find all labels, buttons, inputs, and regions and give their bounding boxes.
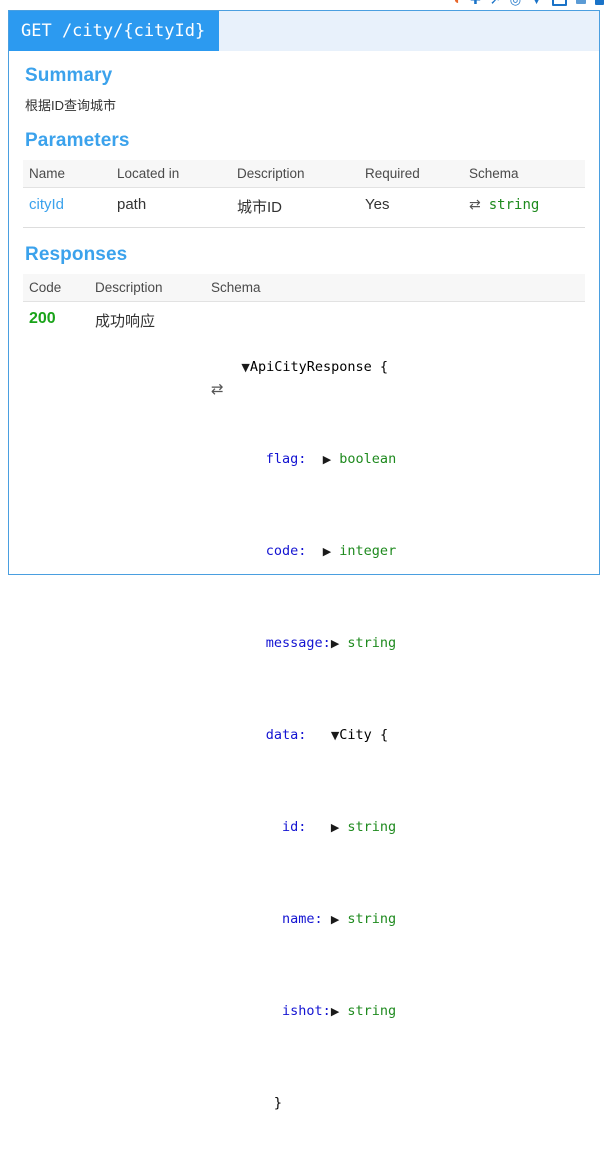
param-schema-cell: ⇄ string — [463, 188, 585, 228]
schema-nested-close-brace-row: } — [217, 1092, 581, 1115]
stop-icon[interactable] — [595, 0, 604, 5]
schema-nested-name: City — [339, 727, 372, 743]
schema-nested-close-brace: } — [274, 1095, 282, 1111]
caret-right-icon[interactable]: ▶ — [331, 1005, 339, 1018]
schema-field-ishot[interactable]: ishot:▶ string — [217, 1000, 581, 1023]
filter-icon[interactable]: ▼ — [530, 0, 543, 9]
schema-field-name[interactable]: name: ▶ string — [217, 908, 581, 931]
schema-field-type: string — [347, 911, 396, 927]
parameters-header-row: Name Located in Description Required Sch… — [23, 160, 585, 188]
caret-right-icon[interactable]: ▶ — [331, 913, 339, 926]
add-icon[interactable]: ✚ — [470, 0, 481, 9]
responses-header-row: Code Description Schema — [23, 274, 585, 302]
caret-right-icon[interactable]: ▶ — [323, 453, 331, 466]
schema-field-key: ishot: — [282, 1003, 331, 1019]
table-row: cityId path 城市ID Yes ⇄ string — [23, 188, 585, 228]
toolbar-icon-group: ◖ ✚ ➚ ◎ ▼ — [452, 0, 604, 9]
schema-field-type: string — [347, 819, 396, 835]
param-col-desc: Description — [231, 160, 359, 188]
resp-code-cell: 200 — [23, 302, 89, 1170]
schema-field-type: integer — [339, 543, 396, 559]
schema-field-type: boolean — [339, 451, 396, 467]
param-desc-cell: 城市ID — [231, 188, 359, 228]
schema-field-key: message: — [266, 635, 331, 651]
param-name-link[interactable]: cityId — [29, 196, 64, 213]
schema-field-type: string — [347, 635, 396, 651]
operation-header-bar: GET /city/{cityId} — [9, 11, 599, 51]
swap-icon[interactable]: ⇄ — [211, 380, 224, 398]
param-col-schema: Schema — [463, 160, 585, 188]
param-col-located: Located in — [111, 160, 231, 188]
schema-field-type: string — [347, 1003, 396, 1019]
param-schema-type: string — [489, 197, 540, 213]
schema-field-flag[interactable]: flag: ▶ boolean — [217, 448, 581, 471]
param-col-required: Required — [359, 160, 463, 188]
pointer-icon[interactable]: ➚ — [490, 0, 501, 9]
summary-heading: Summary — [25, 65, 585, 87]
record-icon[interactable]: ◎ — [510, 0, 521, 9]
window-icon[interactable] — [552, 0, 567, 6]
resp-col-desc: Description — [89, 274, 205, 302]
swap-icon[interactable]: ⇄ — [469, 197, 481, 213]
caret-right-icon[interactable]: ▶ — [323, 545, 331, 558]
status-badge: 200 — [29, 310, 56, 327]
schema-open-brace: { — [380, 359, 388, 375]
param-located-cell: path — [111, 188, 231, 228]
schema-field-key: name: — [282, 911, 323, 927]
table-row: 200 成功响应 ⇄ ▼ApiCityResponse { flag: ▶ bo… — [23, 302, 585, 1170]
caret-down-icon[interactable]: ▼ — [331, 729, 339, 742]
summary-text: 根据ID查询城市 — [25, 95, 585, 114]
resp-schema-cell: ⇄ ▼ApiCityResponse { flag: ▶ boolean cod… — [205, 302, 585, 1170]
caret-right-icon[interactable]: ▶ — [331, 821, 339, 834]
schema-root-name: ApiCityResponse — [250, 359, 372, 375]
schema-nested-open-brace: { — [380, 727, 388, 743]
operation-tab[interactable]: GET /city/{cityId} — [9, 11, 219, 51]
schema-field-key: id: — [282, 819, 306, 835]
param-col-name: Name — [23, 160, 111, 188]
schema-field-key: code: — [266, 543, 307, 559]
parameters-table: Name Located in Description Required Sch… — [23, 160, 585, 228]
param-name-cell: cityId — [23, 188, 111, 228]
logo-icon[interactable]: ◖ — [452, 0, 461, 9]
schema-field-key: flag: — [266, 451, 307, 467]
resp-col-code: Code — [23, 274, 89, 302]
schema-field-message[interactable]: message:▶ string — [217, 632, 581, 655]
operation-body: Summary 根据ID查询城市 Parameters Name Located… — [9, 65, 599, 1170]
schema-field-code[interactable]: code: ▶ integer — [217, 540, 581, 563]
responses-table: Code Description Schema 200 成功响应 ⇄ ▼ApiC… — [23, 274, 585, 1170]
schema-field-data[interactable]: data: ▼City { — [217, 724, 581, 747]
browser-toolbar-strip: ◖ ✚ ➚ ◎ ▼ — [0, 0, 610, 10]
panel-icon[interactable] — [576, 0, 586, 4]
parameters-heading: Parameters — [25, 130, 585, 152]
schema-tree: ▼ApiCityResponse { flag: ▶ boolean code:… — [211, 310, 581, 1170]
responses-heading: Responses — [25, 244, 585, 266]
schema-root-row[interactable]: ▼ApiCityResponse { — [217, 356, 581, 379]
operation-panel: GET /city/{cityId} Summary 根据ID查询城市 Para… — [8, 10, 600, 575]
param-required-cell: Yes — [359, 188, 463, 228]
caret-right-icon[interactable]: ▶ — [331, 637, 339, 650]
resp-col-schema: Schema — [205, 274, 585, 302]
resp-desc-cell: 成功响应 — [89, 302, 205, 1170]
schema-field-id[interactable]: id: ▶ string — [217, 816, 581, 839]
schema-field-key: data: — [266, 727, 307, 743]
caret-down-icon[interactable]: ▼ — [241, 361, 249, 374]
